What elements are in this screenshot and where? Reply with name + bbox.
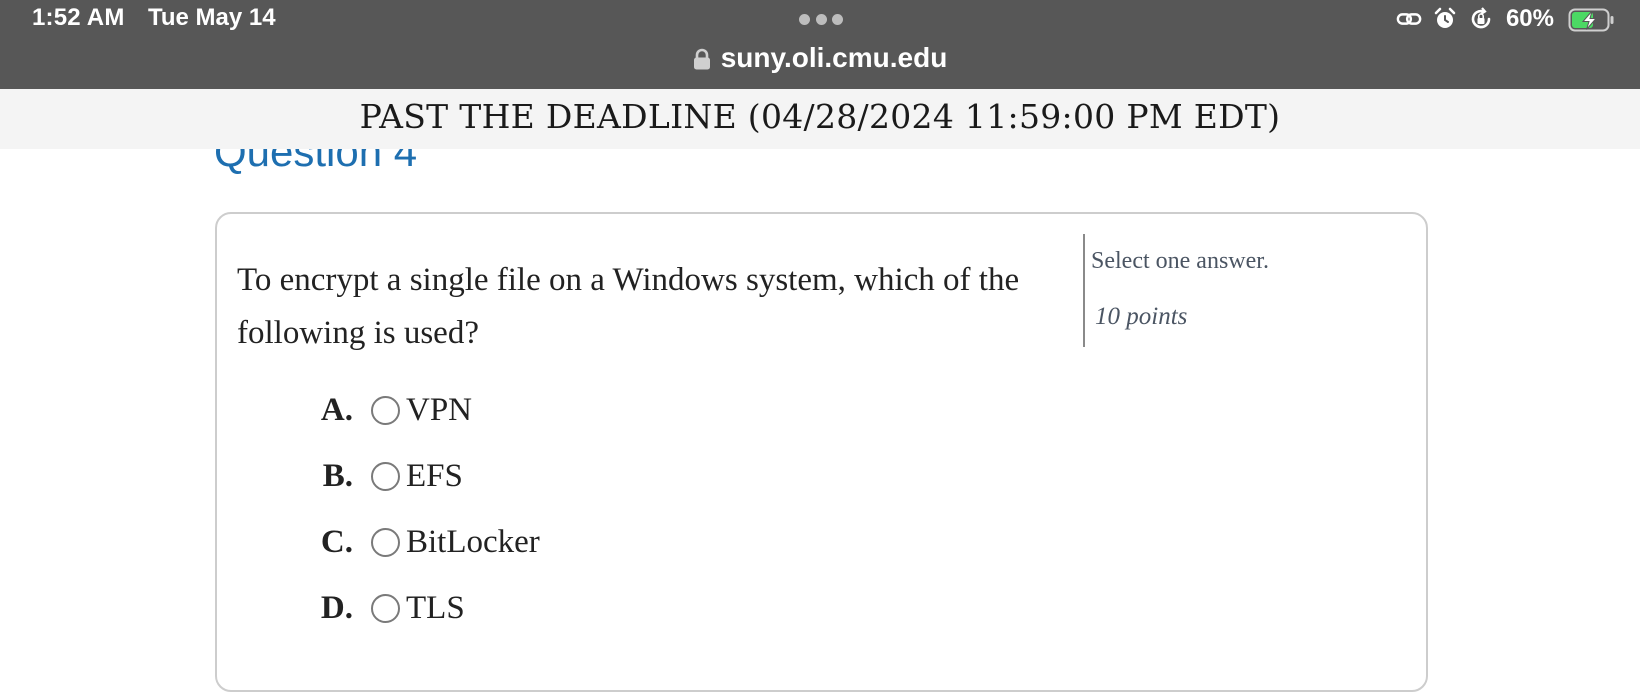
choice-letter: C. (320, 523, 353, 560)
lock-icon (693, 48, 711, 70)
points-value: 10 points (1095, 303, 1188, 330)
question-prompt: To encrypt a single file on a Windows sy… (237, 262, 1020, 351)
answer-instruction: Select one answer. (1091, 248, 1269, 274)
url-text[interactable]: suny.oli.cmu.edu (721, 42, 948, 74)
question-card: To encrypt a single file on a Windows sy… (215, 212, 1428, 692)
link-icon (1396, 6, 1422, 32)
choice-label[interactable]: BitLocker (406, 524, 540, 561)
rotation-lock-icon (1468, 6, 1494, 32)
choice-b[interactable]: B. EFS (313, 456, 463, 496)
deadline-banner: PAST THE DEADLINE (04/28/2024 11:59:00 P… (0, 89, 1640, 149)
radio-button[interactable] (371, 461, 400, 491)
battery-charging-icon (1568, 8, 1614, 32)
choice-letter: A. (320, 391, 353, 428)
status-icons: 60% (1396, 3, 1614, 35)
choice-d[interactable]: D. TLS (313, 588, 465, 628)
deadline-text: PAST THE DEADLINE (04/28/2024 11:59:00 P… (359, 97, 1281, 136)
choice-label[interactable]: TLS (406, 590, 465, 627)
choice-c[interactable]: C. BitLocker (313, 522, 540, 562)
radio-button[interactable] (371, 527, 400, 557)
battery-percent: 60% (1505, 5, 1554, 32)
status-date: Tue May 14 (148, 4, 276, 31)
alarm-icon (1432, 6, 1458, 32)
choice-a[interactable]: A. VPN (313, 390, 472, 430)
status-time: 1:52 AM (32, 4, 125, 31)
ios-status-bar: 1:52 AM Tue May 14 60% suny.oli.cmu.edu (0, 0, 1640, 89)
question-meta: Select one answer. 10 points (1083, 234, 1269, 347)
multitasking-dots[interactable] (799, 14, 843, 26)
choice-letter: D. (320, 589, 353, 626)
radio-button[interactable] (371, 395, 400, 425)
choice-label[interactable]: VPN (406, 392, 472, 429)
choice-letter: B. (322, 457, 353, 494)
address-bar[interactable]: suny.oli.cmu.edu (0, 40, 1640, 76)
radio-button[interactable] (371, 593, 400, 623)
choice-label[interactable]: EFS (406, 458, 463, 495)
